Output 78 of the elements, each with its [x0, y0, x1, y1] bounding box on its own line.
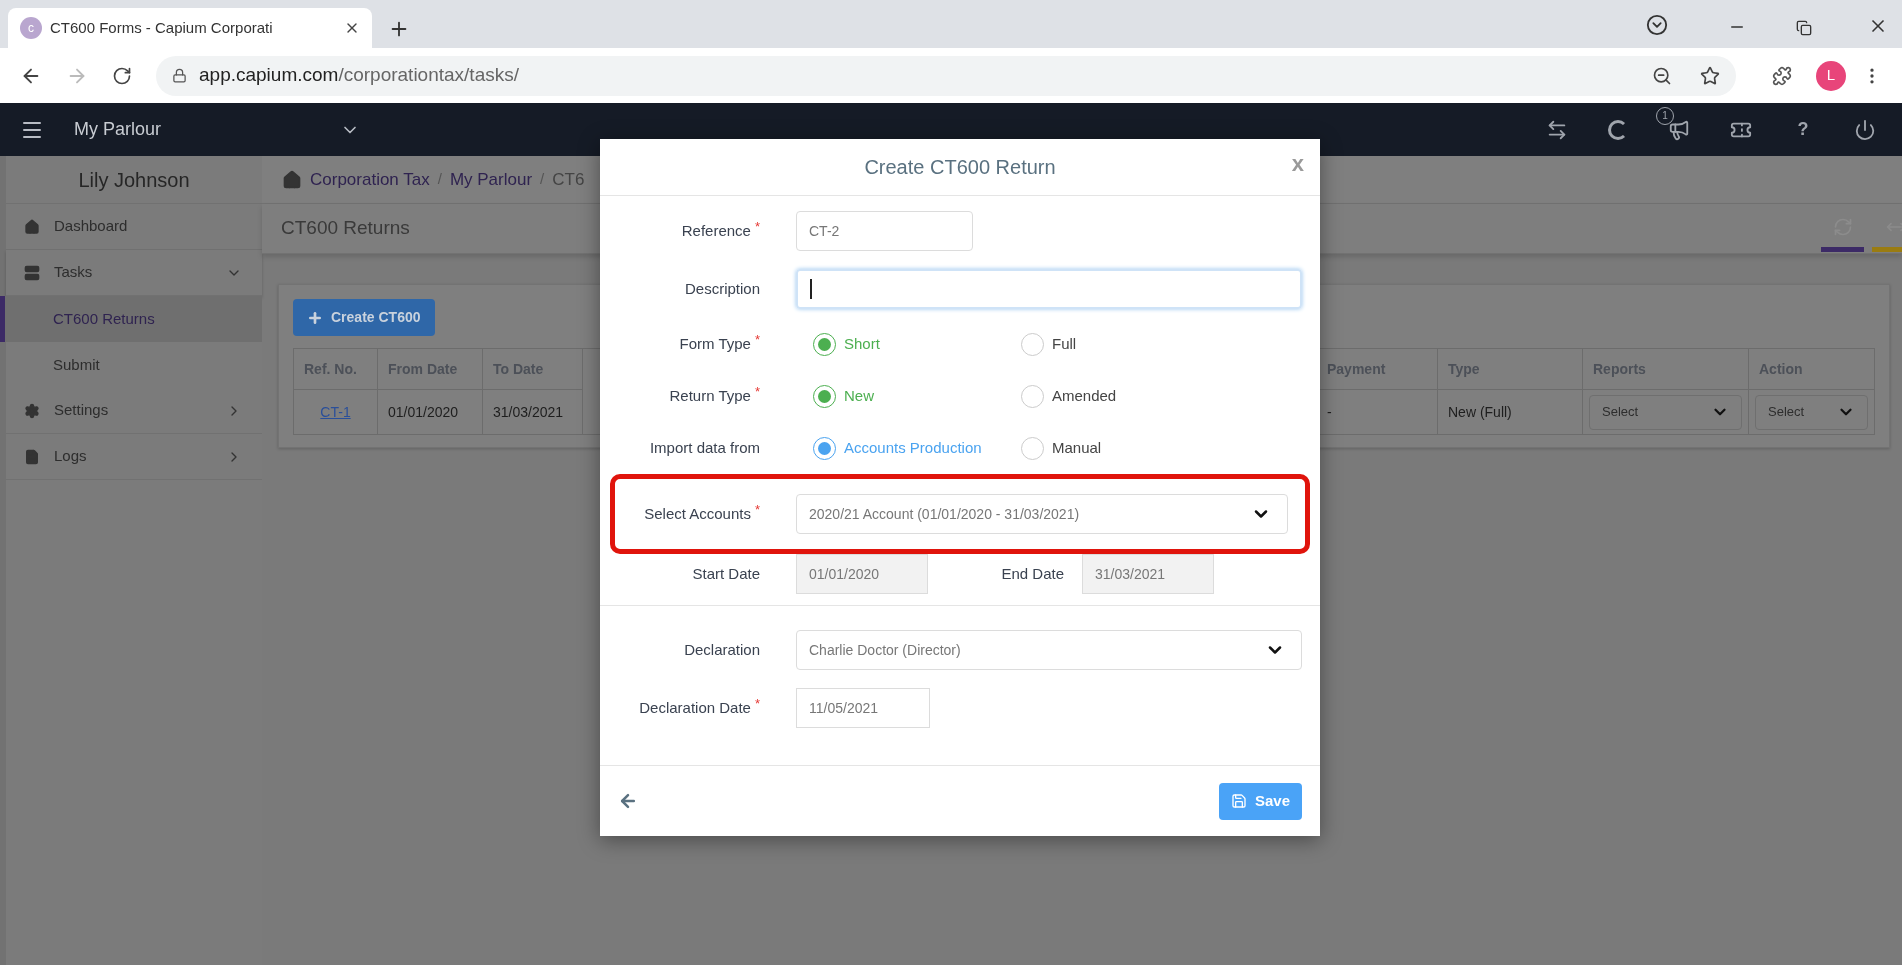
breadcrumb-link[interactable]: CT6 [552, 166, 585, 193]
create-button[interactable]: Create CT600 [293, 299, 435, 336]
restore-icon[interactable] [1796, 20, 1812, 36]
close-button[interactable]: x [1291, 147, 1304, 180]
breadcrumb-separator: / [540, 169, 545, 190]
table-cell-text: 31/03/2021 [492, 402, 565, 422]
nav-icon [24, 264, 40, 281]
breadcrumb-separator: / [437, 169, 442, 190]
required-asterisk: * [754, 332, 760, 346]
field-label: Select Accounts [644, 503, 751, 524]
reload-icon[interactable] [112, 65, 132, 86]
workspace-name: My Parlour [74, 118, 163, 141]
field-label: Start Date [692, 563, 760, 584]
radio-option[interactable]: Short [813, 332, 1021, 356]
field-label: Reference [681, 220, 751, 241]
modal-title: Create CT600 Return [864, 155, 1056, 180]
nav-icon [24, 448, 40, 465]
sidebar-item[interactable]: Logs [6, 434, 262, 480]
table-cell-text: New (Full) [1447, 402, 1513, 422]
radio-option[interactable]: Manual [1021, 436, 1229, 460]
breadcrumb-link[interactable]: My Parlour [449, 166, 533, 193]
nav-icon [24, 218, 40, 235]
select-field[interactable]: Select [1589, 394, 1742, 430]
accent-bar [1872, 247, 1902, 252]
tab-search-icon[interactable] [1646, 14, 1668, 36]
field-label: Declaration Date [639, 697, 751, 718]
exchange-icon[interactable] [1546, 118, 1568, 141]
floppy-icon [1230, 793, 1247, 809]
required-asterisk: * [754, 219, 760, 233]
lock-icon [172, 68, 187, 83]
help-button[interactable]: ? [1792, 116, 1814, 143]
power-icon[interactable] [1854, 118, 1876, 141]
field-label: Declaration [684, 639, 760, 660]
sidebar-item[interactable]: Dashboard [6, 204, 262, 250]
text-cursor [810, 279, 812, 299]
zoom-out-icon[interactable] [1652, 65, 1672, 86]
star-icon[interactable] [1700, 65, 1720, 86]
extensions-icon[interactable] [1772, 65, 1792, 86]
sidebar-subitem[interactable]: Submit [0, 342, 262, 388]
save-button[interactable]: Save [1219, 782, 1302, 820]
field-label: Form Type [679, 333, 751, 354]
date-field[interactable]: 11/05/2021 [796, 688, 930, 728]
profile-avatar[interactable]: L [1816, 60, 1846, 91]
accent-bar [1821, 247, 1864, 252]
select-field[interactable]: Charlie Doctor (Director) [796, 630, 1302, 670]
select-field[interactable]: Select [1755, 394, 1868, 430]
address-bar[interactable]: app.capium.com/corporationtax/tasks/ [156, 55, 1736, 96]
plus-icon [307, 309, 323, 326]
text-field[interactable]: CT-2 [796, 211, 973, 251]
select-field[interactable]: 2020/21 Account (01/01/2020 - 31/03/2021) [796, 494, 1288, 534]
reference-link[interactable]: CT-1 [320, 401, 351, 423]
megaphone-icon[interactable] [1668, 118, 1690, 141]
table-cell-text: - [1326, 402, 1333, 422]
field-label: Description [684, 278, 760, 299]
home-icon[interactable] [282, 169, 302, 190]
field-label: Import data from [649, 437, 760, 458]
tab-title: CT600 Forms - Capium Corporati [50, 17, 274, 38]
radio-option[interactable]: Amended [1021, 384, 1229, 408]
back-icon[interactable] [618, 791, 638, 811]
radio-option[interactable]: Accounts Production [813, 436, 1021, 460]
text-field[interactable] [796, 269, 1302, 309]
radio-option[interactable]: New [813, 384, 1021, 408]
sidebar-item[interactable]: Settings [6, 388, 262, 434]
breadcrumb-link[interactable]: Corporation Tax [310, 166, 430, 193]
required-asterisk: * [754, 696, 760, 710]
favicon: c [20, 17, 42, 39]
nav-icon [24, 402, 40, 419]
required-asterisk: * [754, 502, 760, 516]
field-label: Return Type [669, 385, 751, 406]
browser-tab[interactable]: c CT600 Forms - Capium Corporati [8, 8, 372, 48]
url-text: app.capium.com/corporationtax/tasks/ [199, 63, 519, 88]
field-label: End Date [1001, 563, 1064, 584]
page-title: CT600 Returns [281, 216, 410, 241]
required-asterisk: * [754, 384, 760, 398]
table-cell-text: 01/01/2020 [387, 402, 460, 422]
user-name: Lily Johnson [78, 167, 190, 193]
sidebar-subitem[interactable]: CT600 Returns [0, 296, 262, 342]
radio-option[interactable]: Full [1021, 332, 1229, 356]
